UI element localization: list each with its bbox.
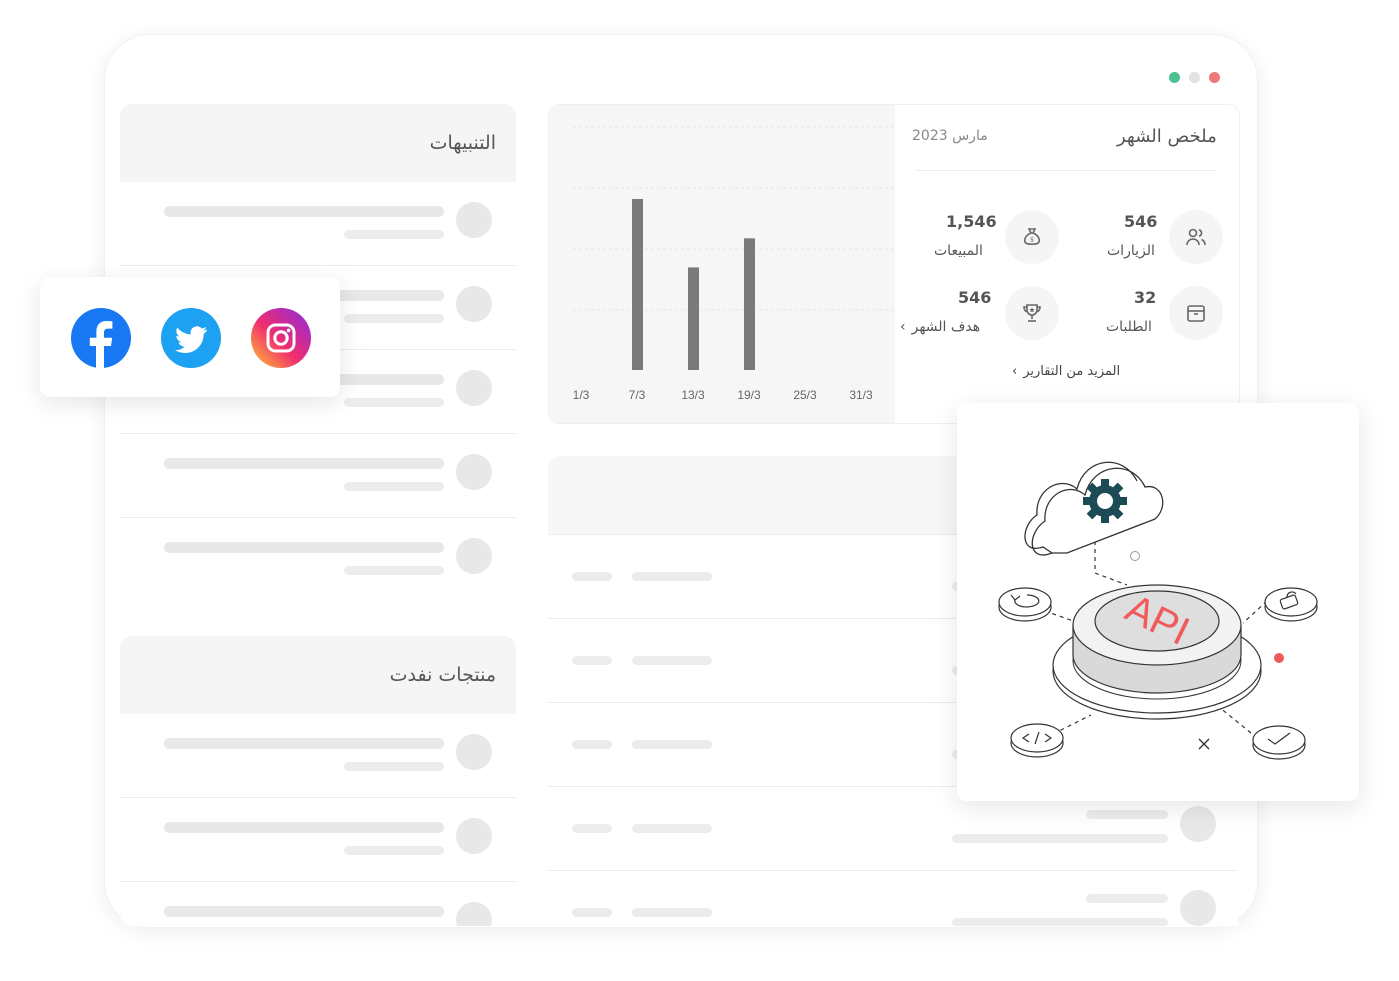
placeholder-cell (632, 824, 712, 833)
avatar (456, 902, 492, 926)
placeholder-line-short (344, 482, 444, 491)
sales-label: المبيعات (934, 243, 983, 259)
close-icon (1198, 738, 1210, 750)
chart-bar (744, 238, 755, 370)
window-dot-green[interactable] (1169, 72, 1180, 83)
visits-value: 546 (1124, 212, 1158, 231)
placeholder-cell (632, 572, 712, 581)
summary-period: مارس 2023 (912, 128, 988, 144)
placeholder-cell (952, 834, 1168, 843)
out-of-stock-header: منتجات نفدت (120, 636, 516, 714)
list-item[interactable] (120, 714, 516, 798)
x-tick-label: 31/3 (849, 388, 873, 402)
instagram-icon[interactable] (251, 308, 311, 372)
monthly-goal-value: 546 (958, 288, 992, 307)
check-icon (1252, 725, 1306, 760)
avatar (456, 734, 492, 770)
chevron-left-icon: ‹ (1012, 364, 1018, 379)
summary-chart-panel: 1/3 7/3 13/3 19/3 25/3 31/3 (548, 104, 1240, 424)
window-dot-red[interactable] (1209, 72, 1220, 83)
avatar (1180, 890, 1216, 926)
x-tick-label: 25/3 (793, 388, 817, 402)
trophy-icon (1005, 286, 1059, 340)
more-reports-label: المزيد من التقارير (1023, 364, 1121, 379)
list-item[interactable] (120, 434, 516, 518)
placeholder-line-short (344, 398, 444, 407)
box-icon (1169, 286, 1223, 340)
monthly-goal-link[interactable]: ‹ هدف الشهر (900, 319, 980, 335)
placeholder-line (164, 206, 444, 217)
placeholder-cell (572, 740, 612, 749)
placeholder-cell (632, 740, 712, 749)
x-tick-label: 13/3 (681, 388, 705, 402)
placeholder-line (164, 542, 444, 553)
list-item[interactable] (120, 518, 516, 602)
avatar (456, 202, 492, 238)
alerts-header: التنبيهات (120, 104, 516, 182)
avatar (456, 538, 492, 574)
chart-bar (688, 267, 699, 370)
orders-label: الطلبات (1106, 319, 1152, 335)
chevron-left-icon: ‹ (900, 319, 906, 335)
cloud-gear-icon (1024, 461, 1164, 556)
avatar (1180, 806, 1216, 842)
x-tick-label: 1/3 (573, 388, 590, 402)
out-of-stock-title: منتجات نفدت (389, 664, 496, 686)
summary-title: ملخص الشهر (1117, 126, 1217, 147)
orders-value: 32 (1134, 288, 1157, 307)
row-divider (548, 870, 1238, 871)
api-illustration: API (998, 461, 1318, 760)
more-reports-link[interactable]: ‹ المزيد من التقارير (1012, 364, 1120, 379)
x-tick-label: 7/3 (629, 388, 646, 402)
avatar (456, 818, 492, 854)
placeholder-line (164, 738, 444, 749)
chart-area: 1/3 7/3 13/3 19/3 25/3 31/3 (549, 105, 1019, 423)
monthly-goal-label: هدف الشهر (911, 319, 981, 335)
list-item[interactable] (120, 882, 516, 926)
placeholder-cell (632, 908, 712, 917)
visits-label: الزيارات (1107, 243, 1155, 259)
placeholder-cell (952, 918, 1168, 926)
code-icon (1010, 723, 1064, 758)
bar-chart: 1/3 7/3 13/3 19/3 25/3 31/3 (573, 126, 1019, 402)
list-item[interactable] (120, 798, 516, 882)
avatar (456, 370, 492, 406)
lock-icon (1264, 587, 1318, 622)
alerts-title: التنبيهات (429, 132, 496, 154)
placeholder-cell (632, 656, 712, 665)
placeholder-line-short (344, 762, 444, 771)
x-tick-label: 19/3 (737, 388, 761, 402)
placeholder-line (164, 906, 444, 917)
placeholder-cell (572, 656, 612, 665)
placeholder-line-short (344, 314, 444, 323)
placeholder-cell (1086, 810, 1168, 819)
avatar (456, 454, 492, 490)
placeholder-line-short (344, 846, 444, 855)
placeholder-line-short (344, 566, 444, 575)
placeholder-line (164, 458, 444, 469)
chart-bar (632, 199, 643, 370)
refresh-icon (998, 587, 1052, 622)
twitter-icon[interactable] (161, 308, 221, 372)
avatar (456, 286, 492, 322)
placeholder-line-short (344, 230, 444, 239)
window-dot-gray[interactable] (1189, 72, 1200, 83)
sales-value: 1,546 (946, 212, 997, 231)
placeholder-line (164, 822, 444, 833)
svg-text:$: $ (1030, 237, 1034, 244)
placeholder-cell (1086, 894, 1168, 903)
money-bag-icon: $ (1005, 210, 1059, 264)
placeholder-cell (572, 572, 612, 581)
users-icon (1169, 210, 1223, 264)
summary-divider (916, 170, 1216, 171)
placeholder-cell (572, 908, 612, 917)
placeholder-cell (572, 824, 612, 833)
facebook-icon[interactable] (71, 308, 131, 372)
list-item[interactable] (120, 182, 516, 266)
table-row[interactable] (548, 870, 1238, 926)
social-card (40, 277, 340, 397)
api-illustration-card: API (957, 403, 1359, 801)
